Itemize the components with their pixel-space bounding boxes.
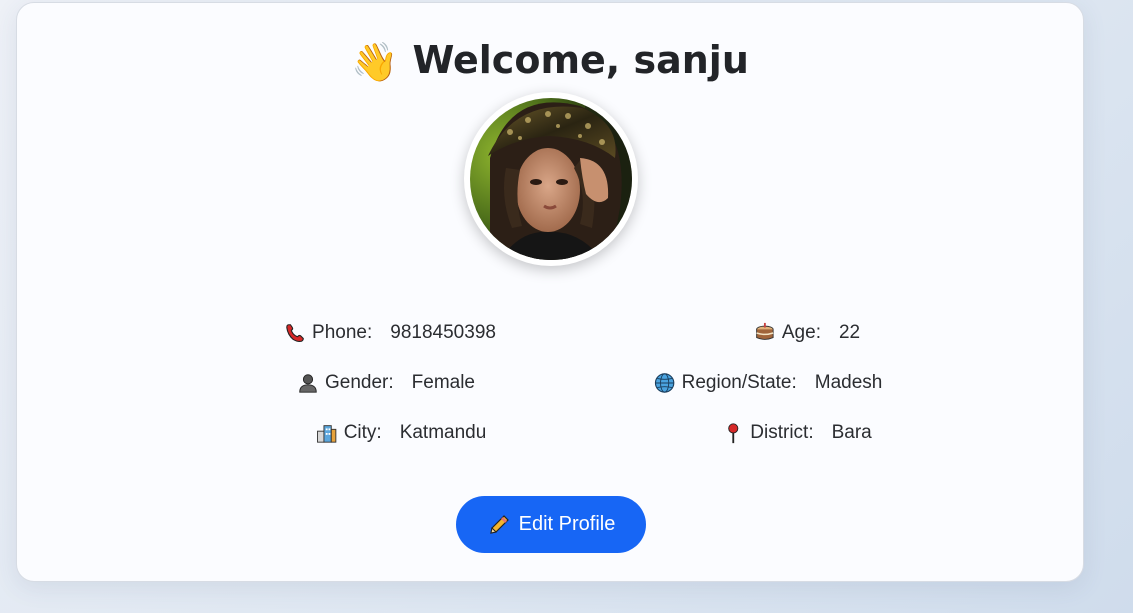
edit-profile-label: Edit Profile (518, 513, 616, 535)
age-value: 22 (838, 322, 861, 343)
page-title: 👋 Welcome, sanju (17, 34, 1083, 88)
cake-icon (756, 322, 774, 340)
avatar (464, 92, 638, 266)
phone-field: Phone: 9818450398 (284, 320, 496, 346)
region-value: Madesh (814, 372, 883, 393)
avatar-photo (470, 98, 632, 260)
city-icon (317, 425, 337, 443)
welcome-text: Welcome, sanju (412, 38, 749, 82)
region-label: Region/State: (681, 372, 797, 393)
city-field: City: Katmandu (316, 420, 487, 446)
city-value: Katmandu (399, 422, 487, 443)
phone-label: Phone: (312, 322, 373, 343)
city-label: City: (343, 422, 382, 443)
pencil-icon (489, 514, 509, 534)
phone-icon (286, 324, 304, 343)
district-field: District: Bara (722, 420, 872, 446)
waving-hand-icon: 👋 (351, 40, 399, 84)
edit-profile-button[interactable]: Edit Profile (456, 496, 646, 553)
region-field: Region/State: Madesh (654, 370, 883, 396)
gender-value: Female (411, 372, 476, 393)
age-label: Age: (781, 322, 821, 343)
district-value: Bara (831, 422, 872, 443)
gender-label: Gender: (324, 372, 394, 393)
age-field: Age: 22 (754, 320, 860, 346)
gender-field: Gender: Female (297, 370, 475, 396)
globe-icon (654, 373, 675, 393)
person-icon (299, 374, 317, 393)
district-label: District: (750, 422, 814, 443)
profile-card: 👋 Welcome, sanju Phone: 9818450398 Age: … (16, 2, 1084, 582)
phone-value: 9818450398 (390, 322, 496, 343)
pin-icon (728, 423, 739, 444)
